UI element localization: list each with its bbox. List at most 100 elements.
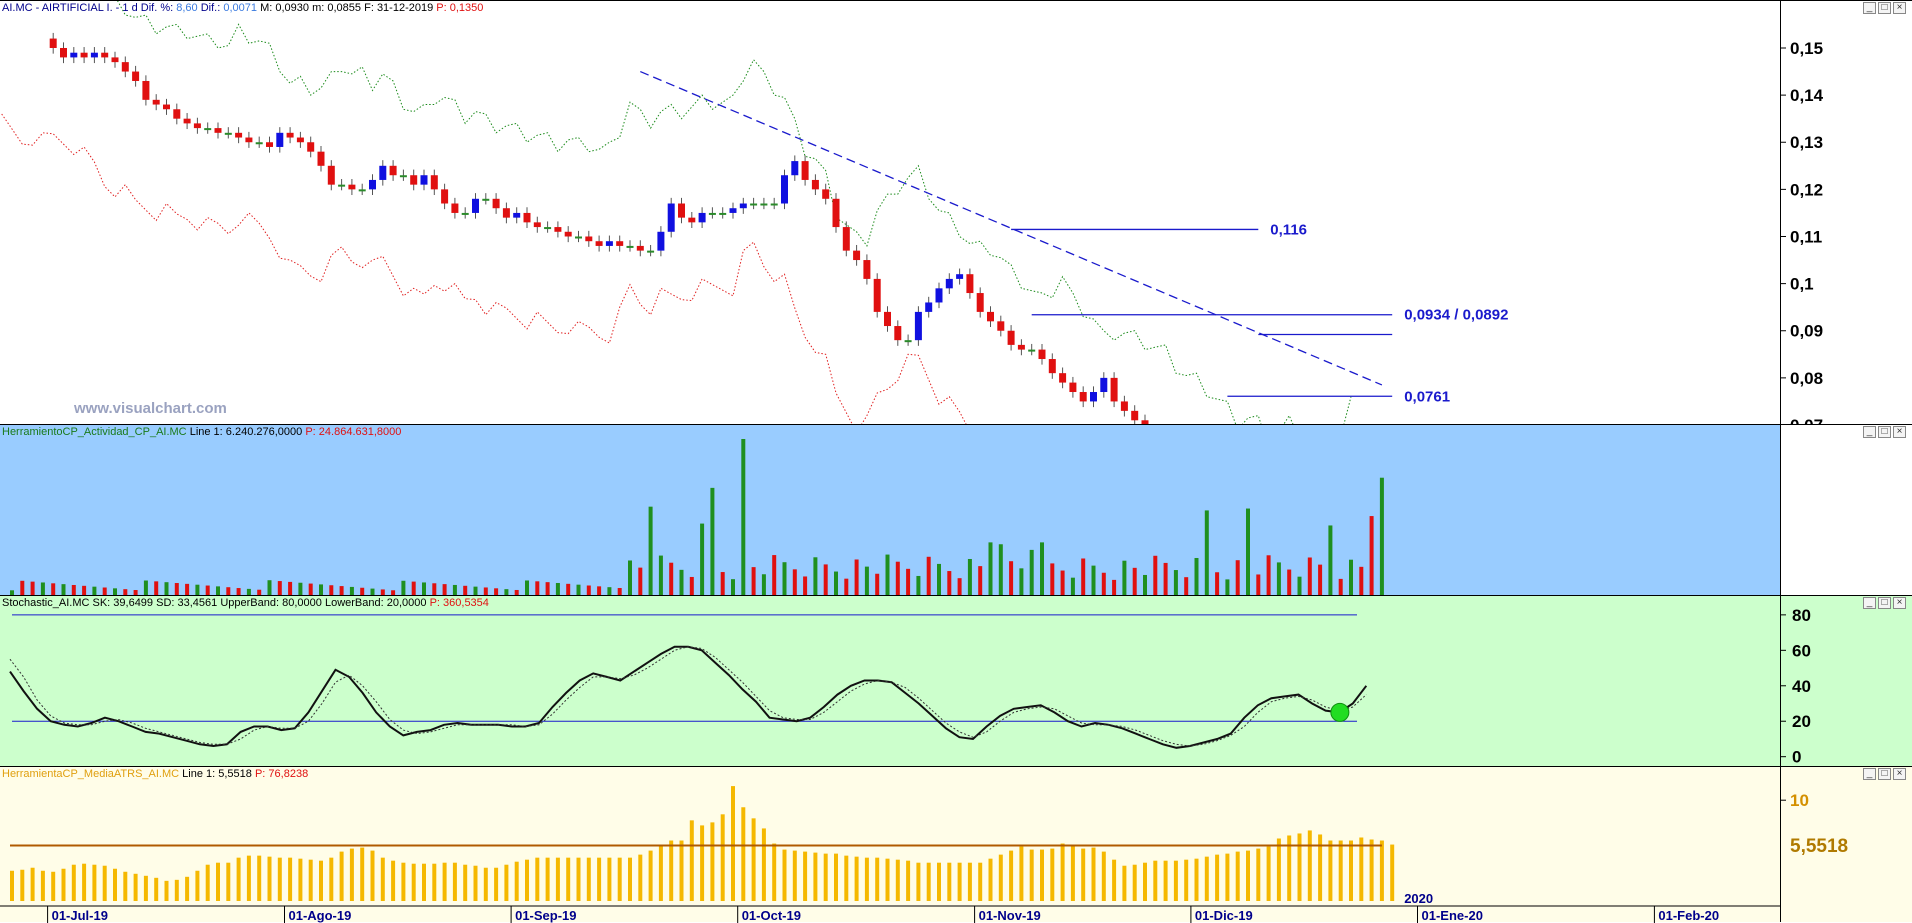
- candle-body: [966, 274, 974, 294]
- price-panel[interactable]: AI.MC - AIRTIFICIAL I. - 1 d Dif. %: 8,6…: [0, 0, 1912, 425]
- volume-bar: [1379, 477, 1384, 595]
- volume-bar: [576, 584, 581, 595]
- volume-bar: [1256, 574, 1261, 595]
- candle-body: [399, 175, 407, 178]
- stochastic-panel[interactable]: Stochastic_AI.MC SK: 39,6499 SD: 33,4561…: [0, 595, 1912, 767]
- close-button[interactable]: ×: [1893, 597, 1906, 609]
- volume-bar: [525, 580, 529, 595]
- y-tick-label: 0: [1792, 748, 1801, 767]
- candle-body: [235, 132, 243, 138]
- y-tick-label: 0,15: [1790, 39, 1823, 58]
- atr-bar: [1143, 862, 1147, 901]
- minimize-button[interactable]: _: [1863, 597, 1876, 609]
- volume-bar: [452, 584, 457, 595]
- candle-body: [379, 165, 387, 180]
- volume-bar: [174, 583, 179, 595]
- volume-bar: [432, 583, 437, 595]
- candle-body: [472, 198, 479, 213]
- atr-bar: [720, 814, 725, 901]
- candle-body: [1120, 401, 1128, 411]
- atr-bar: [617, 857, 622, 901]
- year-label: 2020: [1404, 891, 1433, 906]
- candle-body: [739, 203, 747, 209]
- close-button[interactable]: ×: [1893, 768, 1906, 780]
- volume-bar: [792, 569, 797, 595]
- volume-bar: [648, 506, 653, 595]
- atr-bar: [1379, 840, 1384, 901]
- volume-bar: [1009, 561, 1014, 595]
- atr-bar: [1276, 838, 1281, 901]
- atr-panel[interactable]: HerramientaCP_MediaATRS_AI.MC Line 1: 5,…: [0, 766, 1912, 923]
- upper-band-label: UpperBand:: [220, 597, 280, 609]
- atr-bar: [782, 849, 787, 901]
- candle-body: [956, 274, 964, 279]
- volume-bar: [1235, 560, 1240, 595]
- atr-bar: [885, 858, 890, 901]
- atr-bar: [1184, 859, 1189, 901]
- symbol-label: AI.MC - AIRTIFICIAL I. - 1 d: [2, 2, 138, 14]
- atr-bar: [1091, 847, 1096, 901]
- volume-bar: [308, 583, 313, 595]
- volume-bar: [761, 574, 766, 595]
- atr-bar: [246, 855, 251, 901]
- volume-bar: [216, 586, 220, 595]
- atr-bar: [978, 862, 983, 901]
- volume-bar: [205, 585, 210, 595]
- atr-bar: [1256, 848, 1261, 901]
- minimize-button[interactable]: _: [1863, 426, 1876, 438]
- candle-body: [111, 57, 119, 63]
- x-tick-label: 01-Oct-19: [742, 908, 801, 923]
- minimize-button[interactable]: _: [1863, 768, 1876, 780]
- atr-bar: [308, 859, 313, 901]
- atr-bar: [597, 857, 602, 901]
- candle-body: [451, 203, 459, 213]
- volume-bar: [1112, 579, 1117, 595]
- volume-bar: [607, 587, 612, 595]
- candle-body: [224, 132, 232, 135]
- candle-body: [358, 189, 366, 192]
- volume-bar: [267, 580, 272, 595]
- atr-bar: [947, 862, 952, 901]
- atr-bar: [1132, 864, 1137, 901]
- candle-body: [698, 212, 706, 223]
- atr-bar: [277, 857, 282, 901]
- atr-bar: [143, 875, 148, 901]
- candle-body: [1007, 330, 1015, 345]
- candle-body: [533, 222, 541, 228]
- volume-bar: [20, 580, 25, 595]
- restore-button[interactable]: □: [1878, 426, 1891, 438]
- volume-panel-header: HerramientoCP_Actividad_CP_AI.MC Line 1:…: [2, 426, 401, 438]
- volume-bar: [731, 579, 735, 595]
- volume-panel[interactable]: HerramientoCP_Actividad_CP_AI.MC Line 1:…: [0, 424, 1912, 595]
- candle-body: [152, 99, 160, 105]
- atr-bar: [319, 860, 323, 901]
- x-tick-label: 01-Feb-20: [1658, 908, 1719, 923]
- atr-bar: [226, 862, 231, 901]
- volume-bar: [834, 571, 838, 595]
- candle-body: [750, 203, 758, 206]
- volume-bar: [1081, 558, 1086, 595]
- atr-bar: [329, 857, 334, 901]
- x-tick-label: 01-Dic-19: [1195, 908, 1253, 923]
- close-button[interactable]: ×: [1893, 426, 1906, 438]
- restore-button[interactable]: □: [1878, 2, 1891, 14]
- atr-line-label: Line 1:: [182, 768, 216, 780]
- close-button[interactable]: ×: [1893, 2, 1906, 14]
- candle-body: [441, 189, 449, 204]
- lower-band-label: LowerBand:: [324, 597, 384, 609]
- volume-bar: [885, 554, 890, 595]
- y-tick-label: 0,12: [1790, 180, 1823, 199]
- minimize-button[interactable]: _: [1863, 2, 1876, 14]
- atr-bar: [82, 863, 87, 901]
- candle-body: [925, 302, 933, 312]
- volume-bar: [349, 586, 354, 595]
- volume-line-label: Line 1:: [189, 426, 223, 438]
- restore-button[interactable]: □: [1878, 597, 1891, 609]
- atr-indicator-name: HerramientaCP_MediaATRS_AI.MC: [2, 768, 180, 780]
- restore-button[interactable]: □: [1878, 768, 1891, 780]
- volume-bar: [226, 587, 231, 595]
- candle-body: [1090, 392, 1097, 402]
- volume-bar: [1204, 510, 1209, 595]
- candle-body: [657, 231, 665, 251]
- candle-body: [513, 212, 521, 218]
